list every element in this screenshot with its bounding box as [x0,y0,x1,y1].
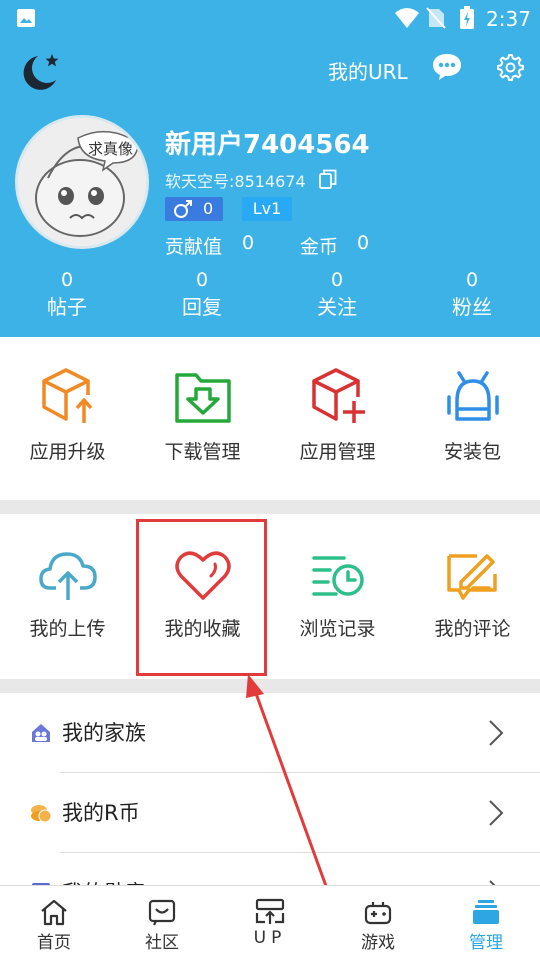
avatar-caption: 求真像 [88,140,133,158]
stat-fans[interactable]: 0 粉丝 [422,268,522,322]
stat-fans-label: 粉丝 [452,295,492,319]
folder-download-icon [174,373,231,423]
battery-charging-icon [460,6,474,29]
my-uploads[interactable]: 我的上传 [0,548,135,641]
avatar[interactable]: 求真像 [15,115,149,249]
tool-download-manager[interactable]: 下载管理 [135,367,270,464]
my-comments-label: 我的评论 [434,618,511,640]
tool-app-manager[interactable]: 应用管理 [270,367,405,464]
android-icon [446,371,499,421]
stat-posts-label: 帖子 [47,295,87,319]
box-add-icon [311,368,365,423]
male-icon [174,200,192,218]
menu-item-family-label: 我的家族 [62,721,146,745]
my-uploads-label: 我的上传 [29,618,106,640]
sky-id: 软天空号:8514674 [165,172,306,191]
status-time: 2:37 [486,7,531,31]
home-icon [41,899,67,926]
community-icon [148,899,176,926]
wifi-icon [395,8,419,28]
menu-item-r-coin[interactable]: 我的R币 [0,773,540,853]
tab-games-label: 游戏 [361,933,395,953]
tab-manage-label: 管理 [469,933,503,953]
gender-badge: 0 [165,197,223,221]
tab-home[interactable]: 首页 [0,886,108,960]
history-list-icon [311,556,364,596]
no-sim-icon [426,7,446,29]
stat-replies-value: 0 [195,269,209,291]
tab-community-label: 社区 [145,933,179,953]
status-bar: 2:37 [0,0,540,36]
personal-panel: 我的上传 我的收藏 浏览记录 我的评论 [0,514,540,679]
bottom-tab-bar: 首页 社区 UP 游戏 管理 [0,885,540,960]
image-notification-icon [17,9,35,27]
tab-games[interactable]: 游戏 [324,886,432,960]
stat-posts[interactable]: 0 帖子 [17,268,117,322]
message-icon[interactable] [431,52,463,82]
coins-label: 金币 [300,236,339,258]
chevron-right-icon [489,800,504,826]
chevron-right-icon [489,720,504,746]
contribution-value: 0 [242,232,255,254]
tab-community[interactable]: 社区 [108,886,216,960]
browse-history[interactable]: 浏览记录 [270,548,405,641]
profile-header: 2:37 我的URL 求真像 新用户7404564 软天空号:8514674 0… [0,0,540,337]
favorites-highlight-box [136,519,267,676]
night-mode-icon[interactable] [16,50,62,96]
manage-icon [473,900,499,924]
menu-item-family[interactable]: 我的家族 [0,693,540,773]
gender-count: 0 [203,199,214,218]
tab-up-label: UP [253,928,287,948]
menu-item-r-coin-label: 我的R币 [62,801,140,825]
level-badge: Lv1 [242,197,292,221]
tool-install-package[interactable]: 安装包 [405,367,540,464]
tab-up[interactable]: UP [216,886,324,960]
comment-pen-icon [446,554,497,600]
cloud-upload-icon [38,552,97,600]
stat-posts-value: 0 [60,269,74,291]
coins-value: 0 [357,232,370,254]
r-coin-icon [31,805,52,823]
stat-following-value: 0 [330,269,344,291]
contribution-label: 贡献值 [165,236,223,258]
my-comments[interactable]: 我的评论 [405,548,540,641]
copy-icon[interactable] [318,168,338,190]
username: 新用户7404564 [165,130,370,160]
family-icon [32,724,50,742]
tools-panel: 应用升级 下载管理 应用管理 安装包 [0,337,540,500]
stat-following[interactable]: 0 关注 [287,268,387,322]
tool-download-manager-label: 下载管理 [164,441,241,463]
avatar-image: 求真像 [18,118,146,246]
tool-install-package-label: 安装包 [443,441,501,463]
tool-app-upgrade-label: 应用升级 [29,441,106,463]
browse-history-label: 浏览记录 [299,618,376,640]
stat-fans-value: 0 [465,269,479,291]
tab-home-label: 首页 [37,933,71,953]
stat-replies-label: 回复 [182,295,222,319]
up-icon [255,898,285,924]
my-url-link[interactable]: 我的URL [328,56,408,85]
stat-replies[interactable]: 0 回复 [152,268,252,322]
tool-app-manager-label: 应用管理 [299,441,376,463]
gamepad-icon [364,902,392,925]
tool-app-upgrade[interactable]: 应用升级 [0,367,135,464]
box-upload-icon [41,368,92,423]
tab-manage[interactable]: 管理 [432,886,540,960]
settings-gear-icon[interactable] [494,52,524,82]
stat-following-label: 关注 [317,295,357,319]
